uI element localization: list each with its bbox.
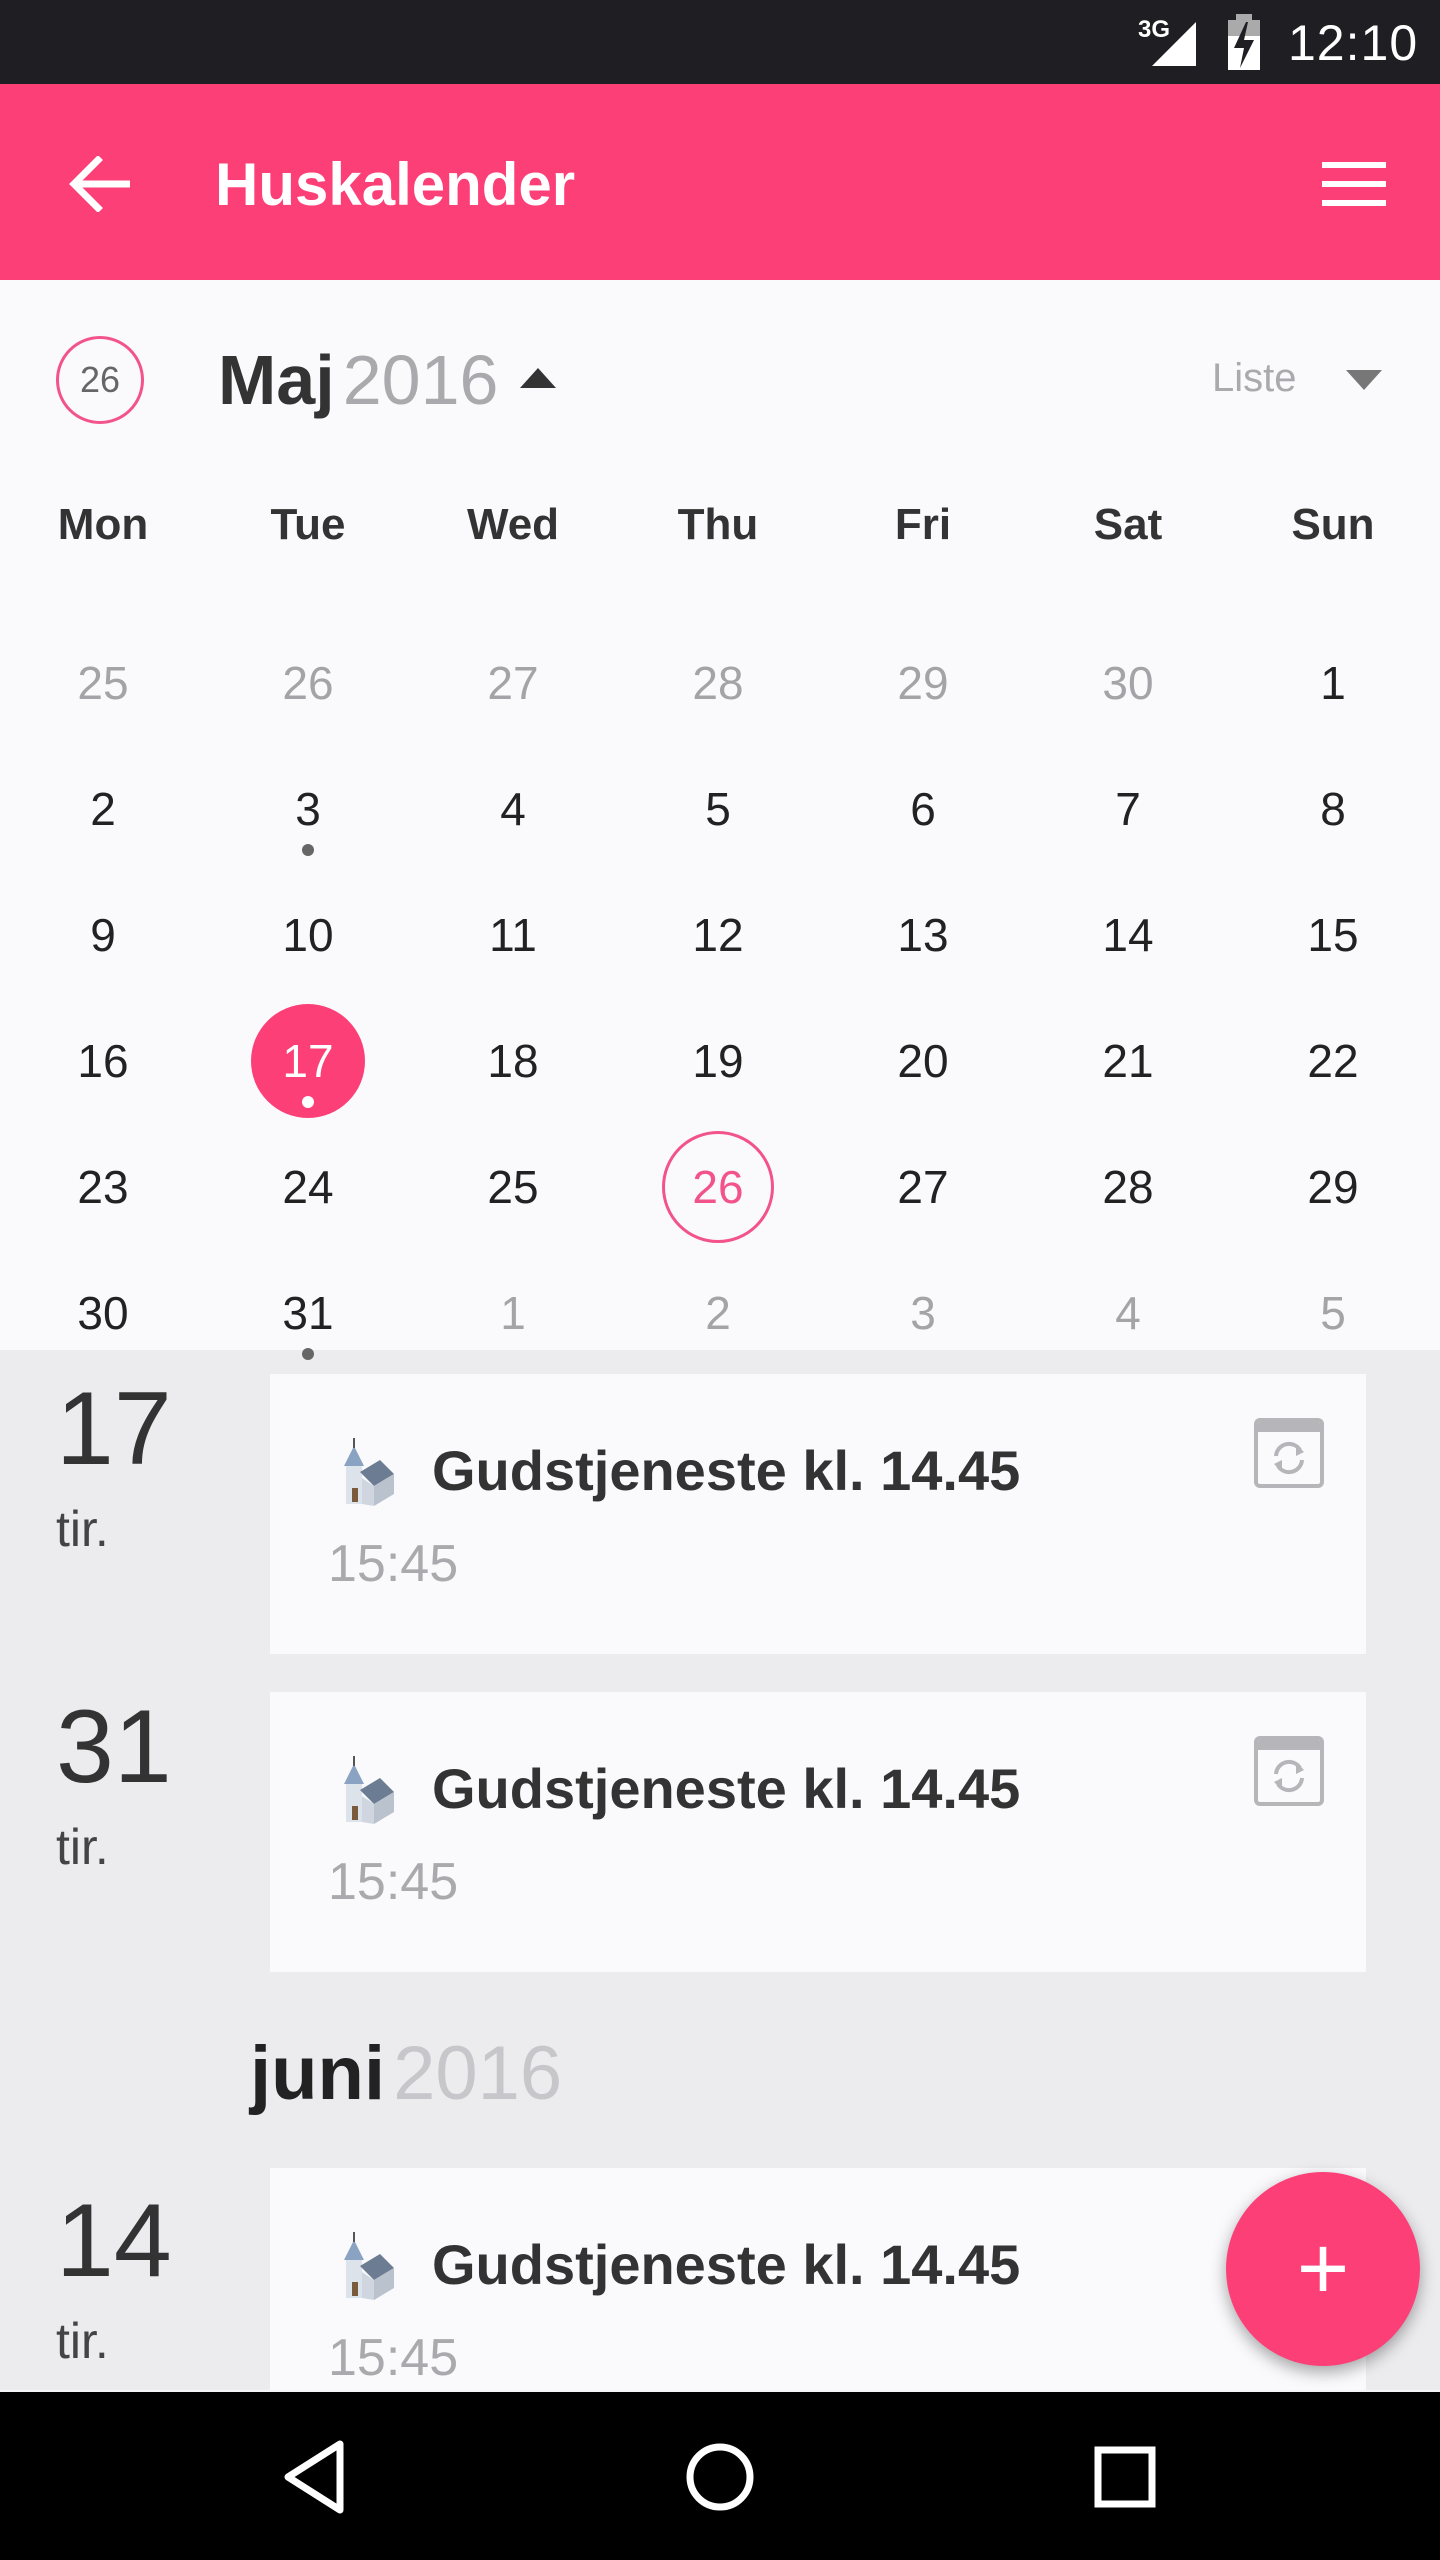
day-cell[interactable]: 28 [615,620,821,746]
event-day-number: 17 [56,1371,172,1487]
day-cell[interactable]: 30 [1025,620,1231,746]
view-selector[interactable]: Liste [1212,356,1297,401]
event-dot [302,1096,314,1108]
back-triangle-icon[interactable] [270,2432,360,2522]
status-bar: 3G 12:10 [0,0,1440,84]
app-title: Huskalender [215,151,576,218]
event-card[interactable]: Gudstjeneste kl. 14.45 15:45 [270,1692,1366,1972]
weekday-label: Tue [270,500,346,549]
event-time: 15:45 [328,1853,459,1911]
day-cell[interactable]: 25 [410,1124,616,1250]
event-day-number: 14 [56,2183,172,2299]
church-icon [344,1756,394,1824]
event-dot [302,844,314,856]
event-weekday: tir. [56,1501,109,1557]
day-cell[interactable]: 9 [0,872,206,998]
day-cell[interactable]: 7 [1025,746,1231,872]
day-cell[interactable]: 12 [615,872,821,998]
day-cell[interactable]: 18 [410,998,616,1124]
weekday-label: Thu [677,500,759,549]
event-card[interactable]: Gudstjeneste kl. 14.45 15:45 [270,2168,1366,2390]
event-weekday: tir. [56,2313,109,2369]
app-bar: Huskalender [0,84,1440,280]
event-list[interactable]: 17 tir. Gudstjeneste kl. 14.45 15:45 31 … [0,1350,1440,2390]
month-year: 2016 [342,341,499,419]
church-icon [344,2232,394,2300]
event-title: Gudstjeneste kl. 14.45 [432,2233,1021,2296]
sync-calendar-icon [1254,1418,1324,1488]
day-cell[interactable]: 10 [205,872,411,998]
arrow-left-icon [69,156,130,212]
event-time: 15:45 [328,2329,459,2387]
event-day-number: 31 [56,1689,172,1805]
day-cell[interactable]: 11 [410,872,616,998]
sync-calendar-icon [1254,1736,1324,1806]
event-title: Gudstjeneste kl. 14.45 [432,1757,1021,1820]
day-cell[interactable]: 26 [205,620,411,746]
separator-month: juni [250,2031,386,2116]
weekday-label: Sat [1093,500,1163,549]
day-cell[interactable]: 2 [0,746,206,872]
month-separator: juni 2016 [250,2030,562,2117]
back-button[interactable] [60,144,140,224]
day-cell[interactable]: 13 [820,872,1026,998]
event-card[interactable]: Gudstjeneste kl. 14.45 15:45 [270,1374,1366,1654]
weekday-label: Wed [466,500,560,549]
weekday-label: Mon [57,500,149,549]
caret-down-icon[interactable] [1346,370,1382,390]
caret-up-icon[interactable] [520,368,556,388]
home-circle-icon[interactable] [675,2432,765,2522]
church-icon [344,1438,394,1506]
weekday-label: Sun [1291,500,1375,549]
month-name: Maj [218,341,335,419]
plus-icon: + [1296,2218,1350,2319]
day-cell[interactable]: 21 [1025,998,1231,1124]
day-cell[interactable]: 23 [0,1124,206,1250]
event-time: 15:45 [328,1535,459,1593]
navigation-bar [0,2392,1440,2560]
signal-icon [1152,22,1196,66]
weekday-label: Fri [894,500,952,549]
today-button[interactable]: 26 [56,336,144,424]
day-cell[interactable]: 27 [410,620,616,746]
event-title: Gudstjeneste kl. 14.45 [432,1439,1021,1502]
event-dot [302,1348,314,1360]
day-cell[interactable]: 15 [1230,872,1436,998]
day-cell[interactable]: 29 [820,620,1026,746]
recents-square-icon[interactable] [1080,2432,1170,2522]
day-cell[interactable]: 14 [1025,872,1231,998]
day-cell[interactable]: 22 [1230,998,1436,1124]
event-weekday: tir. [56,1819,109,1875]
day-cell[interactable]: 8 [1230,746,1436,872]
day-cell[interactable]: 20 [820,998,1026,1124]
menu-icon[interactable] [1318,152,1390,216]
day-cell[interactable]: 5 [615,746,821,872]
day-cell[interactable]: 16 [0,998,206,1124]
separator-year: 2016 [393,2031,563,2116]
day-cell[interactable]: 29 [1230,1124,1436,1250]
day-cell[interactable]: 28 [1025,1124,1231,1250]
month-calendar: 26 Maj 2016 Liste Mon Tue Wed Thu Fri Sat… [0,280,1440,1360]
day-cell[interactable]: 24 [205,1124,411,1250]
day-cell[interactable]: 1 [1230,620,1436,746]
day-cell[interactable]: 4 [410,746,616,872]
clock: 12:10 [1288,15,1419,71]
month-selector[interactable]: Maj 2016 [218,340,498,420]
day-cell-selected[interactable]: 17 [205,998,411,1124]
weekday-header: Mon Tue Wed Thu Fri Sat Sun [0,500,1440,590]
day-cell[interactable]: 3 [205,746,411,872]
add-event-button[interactable]: + [1226,2172,1420,2366]
day-cell[interactable]: 6 [820,746,1026,872]
day-cell-today[interactable]: 26 [615,1124,821,1250]
day-cell[interactable]: 25 [0,620,206,746]
battery-icon [1228,14,1260,70]
day-cell[interactable]: 27 [820,1124,1026,1250]
day-cell[interactable]: 19 [615,998,821,1124]
